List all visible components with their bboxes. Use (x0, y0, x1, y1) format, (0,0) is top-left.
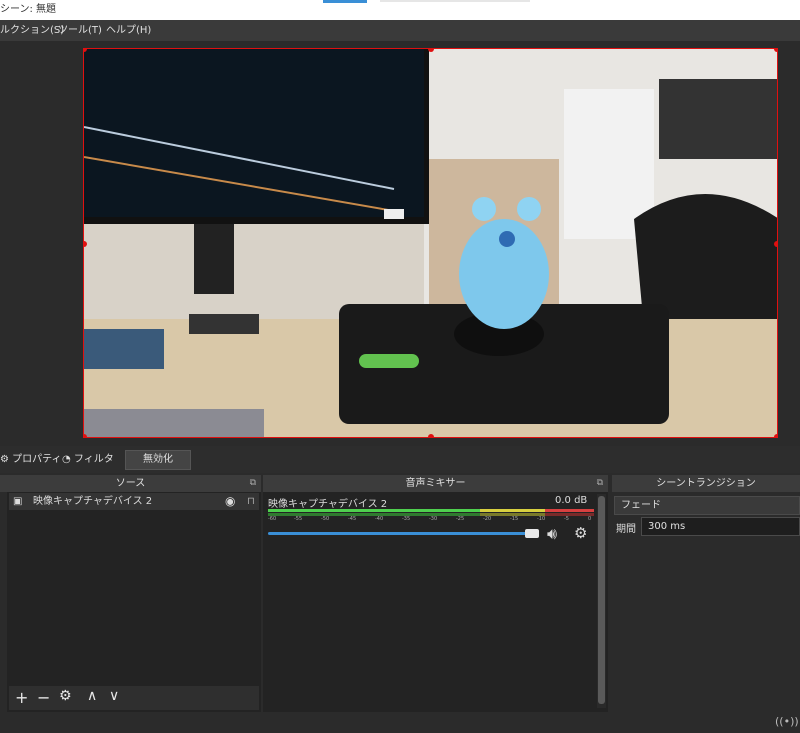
transition-select[interactable]: フェード (614, 496, 800, 515)
taskbar-tab-indicator-secondary (380, 0, 530, 2)
gear-icon[interactable]: ⚙ (59, 688, 72, 704)
window-title: シーン: 無題 (0, 4, 57, 15)
move-down-button[interactable]: ∨ (109, 688, 119, 704)
mixer-channel-name: 映像キャプチャデバイス 2 (268, 499, 388, 510)
tick-label: -55 (294, 516, 303, 522)
remove-source-button[interactable]: − (37, 688, 50, 707)
resize-handle-bottom[interactable] (428, 434, 434, 437)
source-context-toolbar: ⚙ プロパティ ◔ フィルタ 無効化 (0, 446, 800, 473)
sources-list (0, 492, 261, 712)
tick-label: -25 (456, 516, 465, 522)
transitions-title: シーントランジション (656, 478, 756, 489)
source-item-name: 映像キャプチャデバイス 2 (33, 496, 153, 507)
menu-bar: ルクション(S) ツール(T) ヘルプ(H) (0, 20, 800, 41)
properties-label: プロパティ (12, 454, 62, 465)
source-item[interactable]: ▣ 映像キャプチャデバイス 2 ◉ ⊓ (9, 493, 259, 510)
tick-label: -15 (510, 516, 519, 522)
move-up-button[interactable]: ∧ (87, 688, 97, 704)
tick-label: -45 (348, 516, 357, 522)
gear-icon: ⚙ (0, 454, 9, 465)
filters-button[interactable]: ◔ フィルタ (62, 451, 114, 469)
camera-icon: ▣ (13, 496, 23, 507)
add-source-button[interactable]: + (15, 688, 28, 707)
speaker-icon[interactable]: 🔊︎ (547, 524, 557, 544)
tick-label: -20 (483, 516, 492, 522)
disable-button[interactable]: 無効化 (125, 450, 191, 470)
resize-handle-top-right[interactable] (774, 49, 777, 52)
duration-label: 期間 (616, 524, 636, 535)
eye-icon[interactable]: ◉ (225, 493, 235, 510)
resize-handle-bottom-left[interactable] (84, 434, 87, 437)
filter-icon: ◔ (62, 454, 71, 465)
tick-label: -5 (564, 516, 569, 522)
mixer-title: 音声ミキサー (405, 478, 466, 489)
sources-title: ソース (115, 478, 146, 489)
properties-button[interactable]: ⚙ プロパティ (0, 451, 62, 469)
mixer-level-db: 0.0 dB (555, 495, 588, 506)
menu-item-collection[interactable]: ルクション(S) (0, 20, 64, 41)
tick-label: 0 (588, 516, 592, 522)
dock-float-icon[interactable]: ⧉ (250, 475, 256, 492)
tick-label: -60 (268, 516, 277, 522)
resize-handle-right[interactable] (774, 241, 777, 247)
menu-item-help[interactable]: ヘルプ(H) (106, 20, 151, 41)
tick-label: -35 (402, 516, 411, 522)
meter-ticks: -60 -55 -50 -45 -40 -35 -30 -25 -20 -15 … (268, 516, 594, 526)
filters-label: フィルタ (73, 454, 114, 465)
volume-slider-handle[interactable] (525, 529, 539, 538)
mixer-dock-title: 音声ミキサー ⧉ (263, 475, 608, 492)
tick-label: -50 (321, 516, 330, 522)
lock-icon[interactable]: ⊓ (247, 493, 255, 510)
tick-label: -40 (375, 516, 384, 522)
transitions-dock-title: シーントランジション (612, 475, 800, 492)
sources-toolbar: + − ⚙ ∧ ∨ (9, 686, 259, 710)
tick-label: -10 (537, 516, 546, 522)
scrollbar-thumb[interactable] (598, 496, 605, 704)
scenes-dock-edge (0, 492, 7, 712)
volume-slider-track[interactable] (268, 532, 530, 535)
status-bar: ((•)) (0, 712, 800, 733)
camera-capture-image (84, 49, 777, 437)
taskbar-tab-indicator (323, 0, 367, 3)
menu-item-tools[interactable]: ツール(T) (58, 20, 102, 41)
sources-dock-title: ソース ⧉ (0, 475, 261, 492)
window-title-bar: シーン: 無題 (0, 0, 800, 20)
video-preview[interactable] (83, 48, 778, 438)
dock-float-icon[interactable]: ⧉ (597, 475, 603, 492)
volume-meter-left (268, 509, 594, 512)
resize-handle-bottom-right[interactable] (774, 434, 777, 437)
live-broadcast-icon: ((•)) (775, 715, 799, 728)
mixer-scrollbar[interactable] (597, 494, 606, 708)
gear-icon[interactable]: ⚙ (574, 524, 587, 542)
duration-input[interactable]: 300 ms (641, 517, 800, 536)
tick-label: -30 (429, 516, 438, 522)
